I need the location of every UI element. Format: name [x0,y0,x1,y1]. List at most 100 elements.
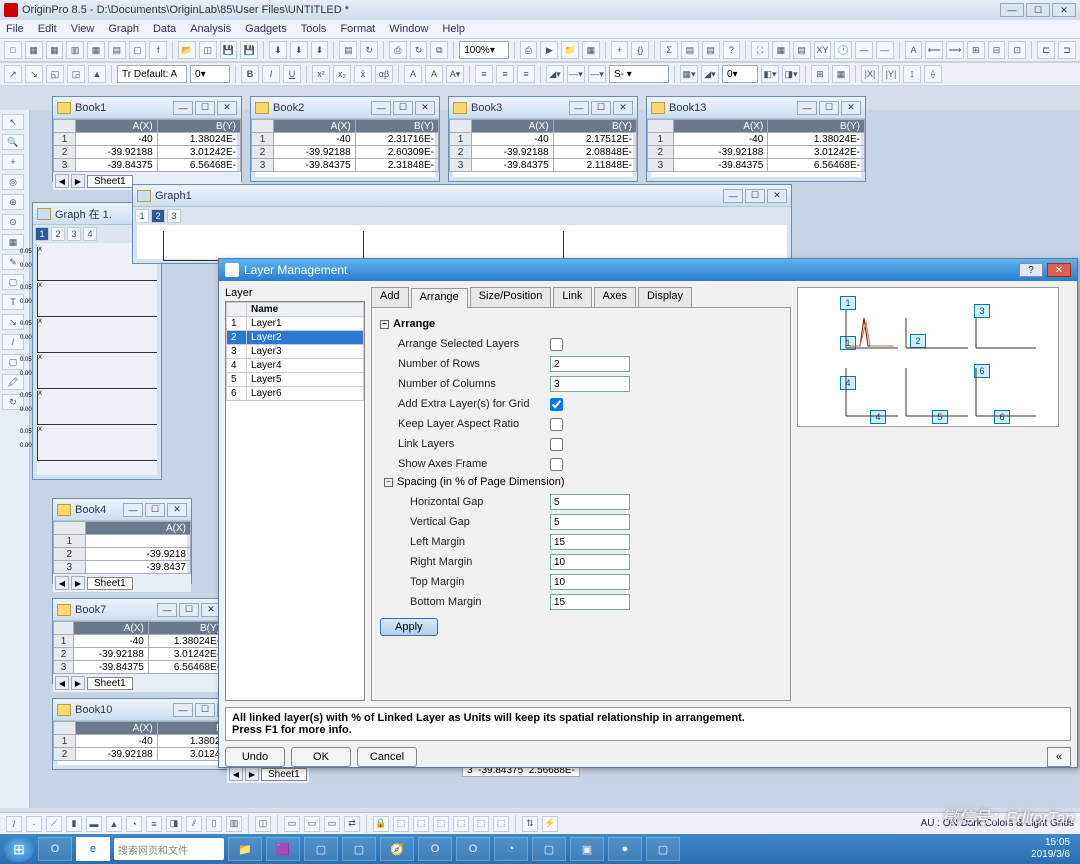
new-legend-icon[interactable]: ▤ [793,41,811,59]
refresh-icon[interactable]: ↻ [410,41,428,59]
lmargin-input[interactable] [550,534,630,550]
new-layout-icon[interactable]: ▢ [129,41,147,59]
3d-plot-icon[interactable]: ◨ [166,816,182,832]
menu-edit[interactable]: Edit [38,23,57,35]
app-shortcut-icon[interactable]: O [38,837,72,861]
line-symbol-icon[interactable]: ⟋ [46,816,62,832]
font-name-combo[interactable]: Tr Default: A [117,65,187,83]
superscript-icon[interactable]: x² [312,65,330,83]
min-icon[interactable]: — [173,101,193,115]
align-right-icon[interactable]: ⊐ [1058,41,1076,59]
histogram-icon[interactable]: ▥ [226,816,242,832]
pinned-app-icon[interactable]: ▢ [304,837,338,861]
start-button[interactable]: ⊞ [4,836,34,862]
new-graph-icon[interactable]: ▥ [66,41,84,59]
mask-x-icon[interactable]: |X| [861,65,879,83]
link-plot-icon[interactable]: ⬚ [393,816,409,832]
maximize-button[interactable]: ☐ [1026,3,1050,17]
font-decrease-icon[interactable]: A [425,65,443,83]
line-style-icon[interactable]: —▾ [588,65,606,83]
menu-file[interactable]: File [6,23,24,35]
data-selector-icon[interactable]: ⊙ [2,214,24,230]
add-xy-icon[interactable]: XY [814,41,832,59]
mask-show-icon[interactable]: ▭ [324,816,340,832]
new-function-icon[interactable]: f [149,41,167,59]
command-window-icon[interactable]: ▤ [702,41,720,59]
pinned-app-icon[interactable]: ◔ [494,837,528,861]
zoom-tool-icon[interactable]: 🔍 [2,134,24,150]
pinned-app-icon[interactable]: ▢ [342,837,376,861]
unmask-icon[interactable]: ⟟ [903,65,921,83]
cols-input[interactable] [550,376,630,392]
menu-analysis[interactable]: Analysis [190,23,231,35]
menu-graph[interactable]: Graph [108,23,139,35]
minimize-button[interactable]: — [1000,3,1024,17]
font-size-combo[interactable]: 0 ▾ [190,65,230,83]
spinner-combo[interactable]: 0 ▾ [722,65,758,83]
project-name-icon[interactable]: — [876,41,894,59]
front-icon[interactable]: ◱ [46,65,64,83]
axes-frame-checkbox[interactable] [550,458,563,471]
pie-plot-icon[interactable]: ◔ [126,816,142,832]
template-icon[interactable]: ◫ [255,816,271,832]
menu-window[interactable]: Window [389,23,428,35]
add-color-icon[interactable]: ▦ [772,41,790,59]
mask-y-icon[interactable]: |Y| [882,65,900,83]
lock-icon[interactable]: 🔒 [373,816,389,832]
tab-sizeposition[interactable]: Size/Position [470,287,552,307]
line-color-icon[interactable]: —▾ [567,65,585,83]
subscript-icon[interactable]: x₂ [333,65,351,83]
workbook-book10[interactable]: Book10—☐✕ A(X)B(Y)1-401.38024E-2-39.9218… [52,698,242,770]
screen-reader-icon[interactable]: ◎ [2,174,24,190]
greek-icon[interactable]: αβ [375,65,393,83]
zoom-combo[interactable]: 100% ▾ [459,41,508,59]
results-log-icon[interactable]: ▤ [339,41,357,59]
backward-icon[interactable]: ↘ [25,65,43,83]
print-icon[interactable]: ⎙ [389,41,407,59]
scale-right-icon[interactable]: ⟶ [946,41,964,59]
max-icon[interactable]: ☐ [195,101,215,115]
extract-layers-icon[interactable]: ⬚ [453,816,469,832]
search-input[interactable]: 搜索网页和文件 [114,838,224,860]
hgap-input[interactable] [550,494,630,510]
close-button[interactable]: ✕ [1047,263,1071,277]
line-plot-icon[interactable]: / [6,816,22,832]
italic-icon[interactable]: I [262,65,280,83]
new-notes-icon[interactable]: ▤ [108,41,126,59]
menu-gadgets[interactable]: Gadgets [245,23,287,35]
underline-icon[interactable]: U [283,65,301,83]
new-workbook-icon[interactable]: ▦ [25,41,43,59]
collapse-preview-button[interactable]: « [1047,747,1071,767]
project-explorer-icon[interactable]: ▤ [681,41,699,59]
extra-layer-checkbox[interactable] [550,398,563,411]
unmask-range-icon[interactable]: ▭ [304,816,320,832]
system-tray[interactable]: 15:05 2019/3/6 [1031,837,1076,861]
graph-window-1[interactable]: Graph1—☐✕ 1 2 3 [132,184,792,264]
rmargin-input[interactable] [550,554,630,570]
tab-display[interactable]: Display [638,287,692,307]
merge-icon[interactable]: ⊡ [1008,41,1026,59]
pinned-app-icon[interactable]: ● [608,837,642,861]
date-time-icon[interactable]: 🕐 [834,41,852,59]
mask-range-icon[interactable]: ▭ [284,816,300,832]
new-link-icon[interactable]: — [855,41,873,59]
new-matrix-icon[interactable]: ▦ [87,41,105,59]
rescale-icon[interactable]: ⛶ [751,41,769,59]
pinned-app-icon[interactable]: 🧭 [380,837,414,861]
align-text-center-icon[interactable]: ≡ [496,65,514,83]
menu-tools[interactable]: Tools [301,23,327,35]
bar-plot-icon[interactable]: ▬ [86,816,102,832]
column-plot-icon[interactable]: ▮ [66,816,82,832]
align-text-left-icon[interactable]: ≡ [475,65,493,83]
collapse-icon[interactable]: − [380,320,389,329]
slide-show-icon[interactable]: ▶ [540,41,558,59]
workbook-book3[interactable]: Book3—☐✕ A(X)B(Y)1-402.17512E-2-39.92188… [448,96,638,182]
quick-help-icon[interactable]: ? [723,41,741,59]
tmargin-input[interactable] [550,574,630,590]
area-plot-icon[interactable]: ▲ [106,816,122,832]
open-icon[interactable]: 📂 [178,41,196,59]
save-icon[interactable]: 💾 [220,41,238,59]
import-single-icon[interactable]: ⬇ [290,41,308,59]
pinned-app-icon[interactable]: 🟪 [266,837,300,861]
help-button[interactable]: ? [1019,263,1043,277]
